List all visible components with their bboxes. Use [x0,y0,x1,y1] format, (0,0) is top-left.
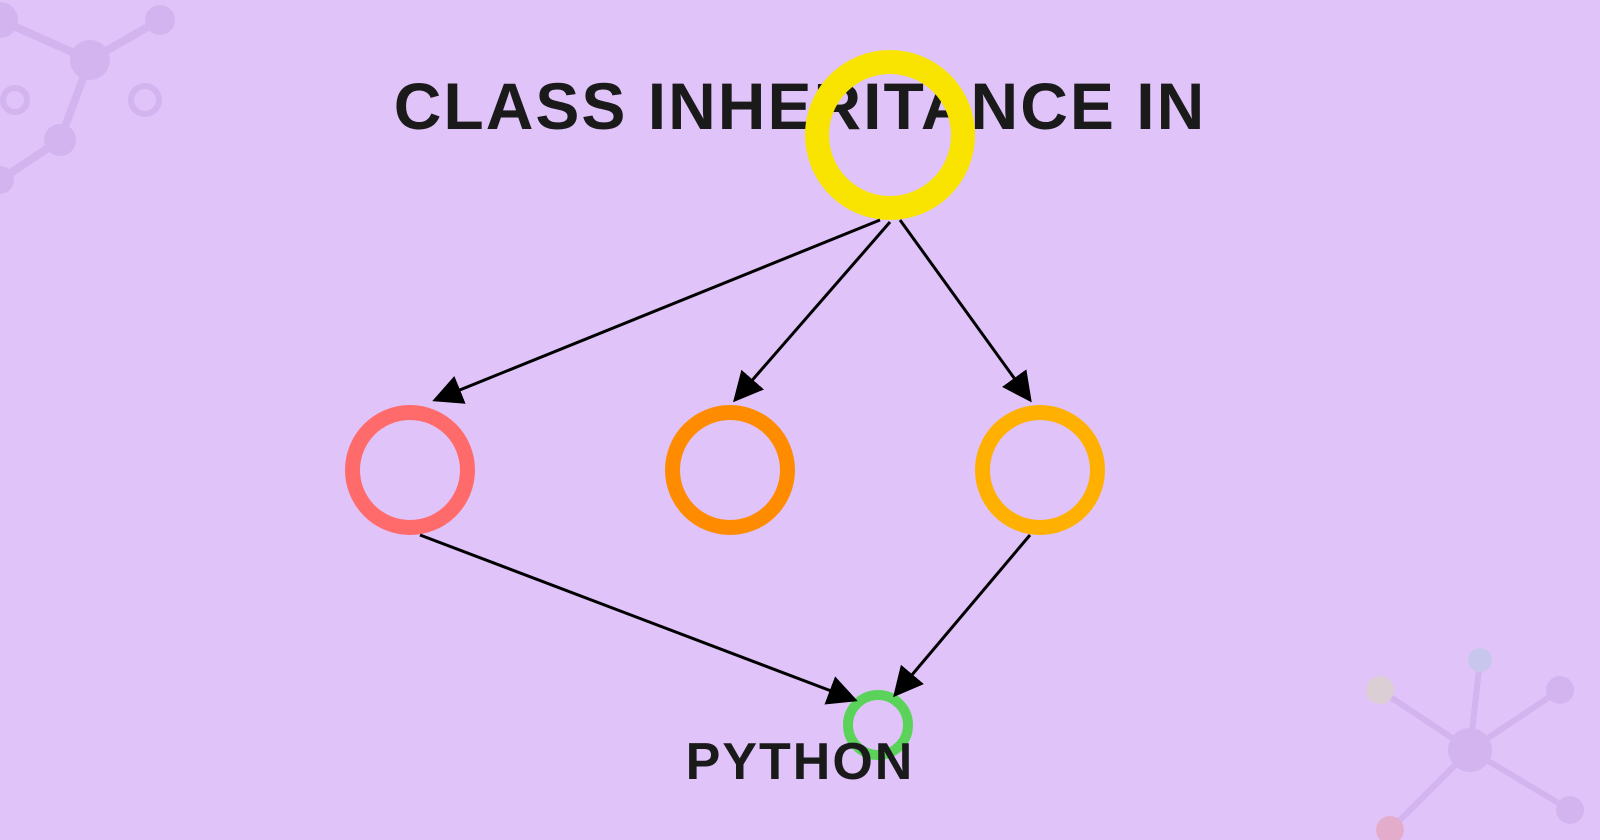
subtitle-text: Python [686,732,915,792]
child-node-2 [665,405,795,535]
root-node [805,50,975,220]
network-decoration-icon [0,0,200,200]
child-node-3 [975,405,1105,535]
child-node-1 [345,405,475,535]
title-text: Class Inheritance in [394,68,1206,144]
network-decoration-icon [1320,630,1600,840]
